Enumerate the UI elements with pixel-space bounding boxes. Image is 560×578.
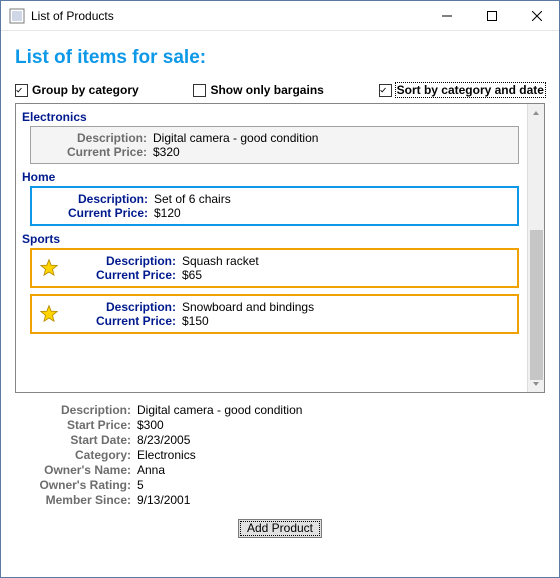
label-current-price: Current Price: [38, 206, 148, 220]
minimize-button[interactable] [424, 1, 469, 30]
detail-label: Owner's Name: [21, 463, 131, 477]
detail-label: Start Date: [21, 433, 131, 447]
group-header: Sports [22, 232, 525, 246]
titlebar: List of Products [1, 1, 559, 31]
label-current-price: Current Price: [66, 268, 176, 282]
page-heading: List of items for sale: [15, 47, 545, 69]
product-card[interactable]: Description: Squash racket Current Price: $… [30, 248, 519, 288]
checkbox-box [379, 84, 392, 97]
detail-label: Category: [21, 448, 131, 462]
checkbox-label: Show only bargains [210, 83, 323, 97]
label-description: Description: [37, 131, 147, 145]
product-kv: Description: Squash racket Current Price: $… [66, 254, 259, 282]
product-card[interactable]: Description: Digital camera - good condit… [30, 126, 519, 164]
sort-by-category-and-date-checkbox[interactable]: Sort by category and date [379, 83, 545, 97]
group-by-category-checkbox[interactable]: Group by category [15, 83, 139, 97]
detail-value: Electronics [137, 448, 545, 462]
product-card[interactable]: Description: Snowboard and bindings Curren… [30, 294, 519, 334]
maximize-button[interactable] [469, 1, 514, 30]
product-kv: Description: Digital camera - good condit… [37, 131, 318, 159]
value-description: Snowboard and bindings [182, 300, 314, 314]
details-kv: Description: Digital camera - good condit… [21, 403, 545, 507]
app-window: List of Products List of items for sale:… [0, 0, 560, 578]
show-only-bargains-checkbox[interactable]: Show only bargains [193, 83, 323, 97]
detail-label: Start Price: [21, 418, 131, 432]
label-description: Description: [66, 254, 176, 268]
add-product-button[interactable]: Add Product [238, 519, 322, 538]
label-description: Description: [66, 300, 176, 314]
app-icon [9, 8, 25, 24]
vertical-scrollbar[interactable] [527, 104, 544, 392]
checkbox-box [193, 84, 206, 97]
value-current-price: $320 [153, 145, 318, 159]
details-panel: Description: Digital camera - good condit… [21, 403, 545, 507]
product-card[interactable]: Description: Set of 6 chairs Current Price… [30, 186, 519, 226]
detail-value: Anna [137, 463, 545, 477]
value-current-price: $150 [182, 314, 314, 328]
detail-label: Description: [21, 403, 131, 417]
product-kv: Description: Snowboard and bindings Curren… [66, 300, 314, 328]
checkbox-label: Group by category [32, 83, 139, 97]
detail-value: $300 [137, 418, 545, 432]
value-description: Digital camera - good condition [153, 131, 318, 145]
value-description: Set of 6 chairs [154, 192, 231, 206]
options-row: Group by category Show only bargains Sor… [15, 83, 545, 97]
content-area: List of items for sale: Group by categor… [1, 31, 559, 577]
label-current-price: Current Price: [66, 314, 176, 328]
detail-value: Digital camera - good condition [137, 403, 545, 417]
checkbox-box [15, 84, 28, 97]
close-button[interactable] [514, 1, 559, 30]
value-current-price: $120 [154, 206, 231, 220]
star-icon [38, 303, 60, 325]
detail-value: 8/23/2005 [137, 433, 545, 447]
window-title: List of Products [31, 9, 114, 23]
value-description: Squash racket [182, 254, 259, 268]
star-icon [38, 257, 60, 279]
value-current-price: $65 [182, 268, 259, 282]
detail-label: Owner's Rating: [21, 478, 131, 492]
detail-label: Member Since: [21, 493, 131, 507]
detail-value: 9/13/2001 [137, 493, 545, 507]
label-description: Description: [38, 192, 148, 206]
detail-value: 5 [137, 478, 545, 492]
footer: Add Product [15, 515, 545, 540]
group-header: Electronics [22, 110, 525, 124]
list-content: Electronics Description: Digital camera - … [16, 104, 527, 392]
scroll-down-button[interactable] [528, 375, 544, 392]
scroll-thumb[interactable] [530, 230, 543, 380]
label-current-price: Current Price: [37, 145, 147, 159]
scroll-up-button[interactable] [528, 104, 544, 121]
product-kv: Description: Set of 6 chairs Current Price… [38, 192, 231, 220]
checkbox-label: Sort by category and date [396, 83, 545, 97]
group-header: Home [22, 170, 525, 184]
products-listbox[interactable]: Electronics Description: Digital camera - … [15, 103, 545, 393]
